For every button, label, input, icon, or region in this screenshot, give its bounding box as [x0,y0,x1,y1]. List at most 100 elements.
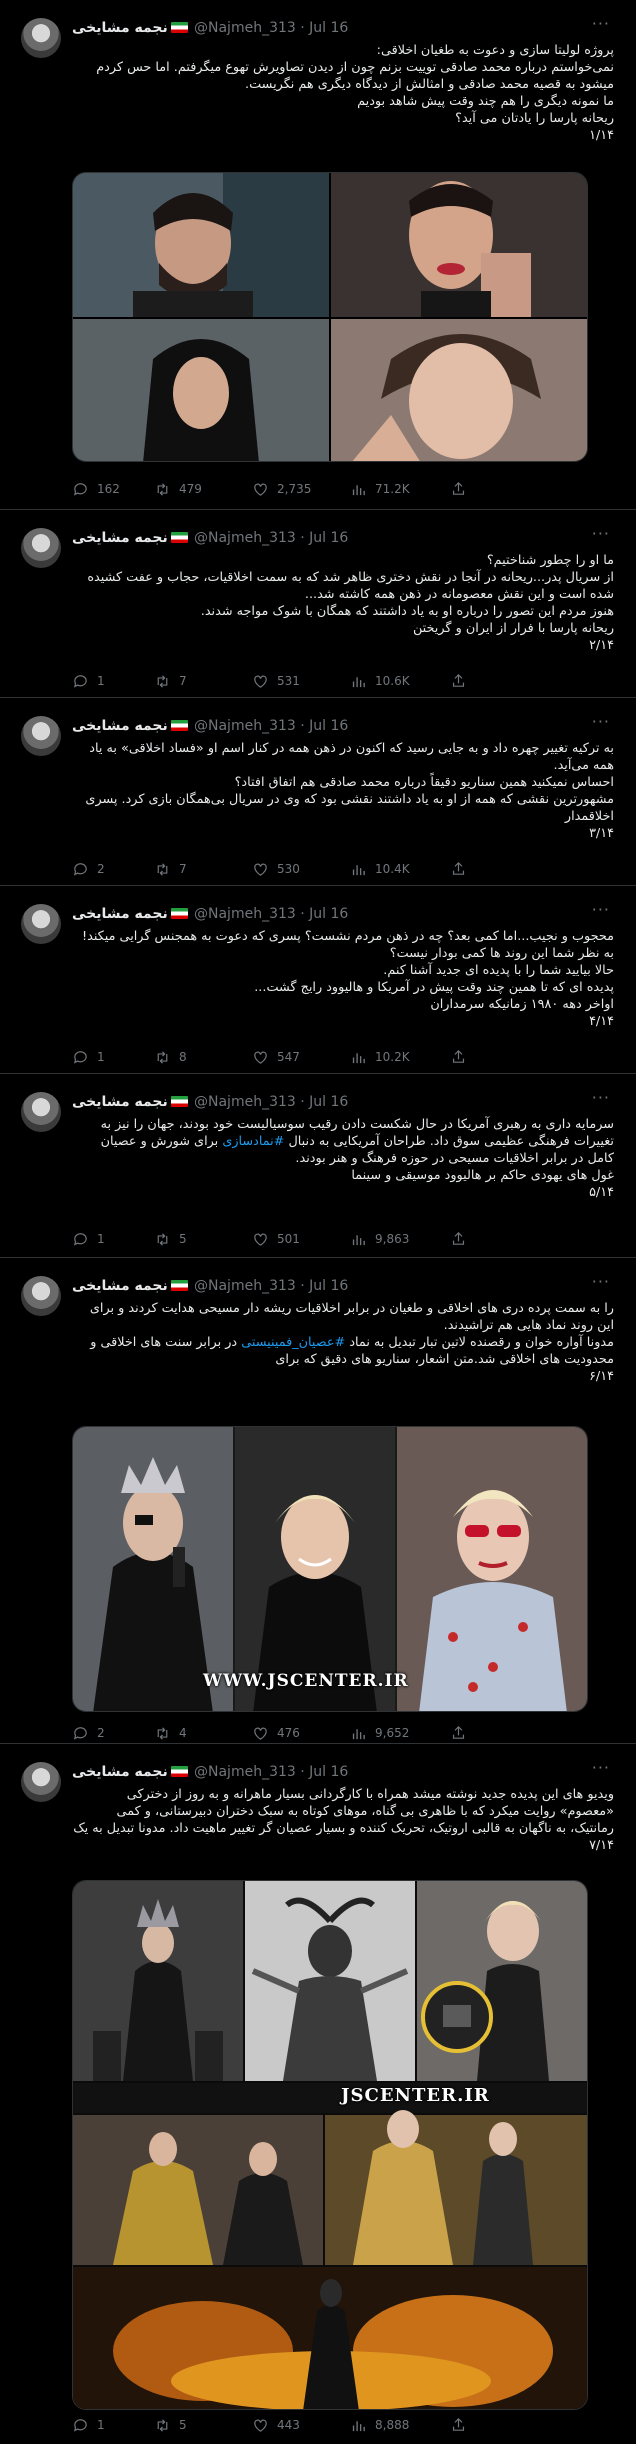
like-button[interactable]: 501 [252,1230,300,1248]
share-icon [452,2417,465,2431]
handle-and-date[interactable]: @Najmeh_313 · Jul 16 [194,528,348,548]
handle-and-date[interactable]: @Najmeh_313 · Jul 16 [194,904,348,924]
display-name[interactable]: نجمه مشایخی [72,18,188,38]
more-icon[interactable]: ··· [592,1272,610,1292]
share-icon [452,1231,465,1245]
reply-button[interactable]: 2 [72,860,105,878]
like-button[interactable]: 547 [252,1048,300,1066]
display-name[interactable]: نجمه مشایخی [72,1092,188,1112]
hashtag-link[interactable]: #نمادسازی [222,1134,284,1149]
share-button[interactable] [450,1230,467,1247]
views-button[interactable]: 8,888 [350,2416,409,2434]
retweet-icon [157,1726,168,1740]
tweet-media-collage[interactable]: WWW.JSCENTER.IR [72,1426,588,1712]
reply-button[interactable]: 162 [72,480,120,498]
display-name[interactable]: نجمه مشایخی [72,528,188,548]
media-image-1[interactable] [73,173,329,317]
retweet-icon [157,2418,168,2432]
avatar[interactable] [21,1762,61,1802]
share-icon [452,861,465,875]
tweet-header: نجمه مشایخی @Najmeh_313 · Jul 16 ··· [72,524,620,550]
share-button[interactable] [450,480,467,497]
tweet-7[interactable]: نجمه مشایخی @Najmeh_313 · Jul 16 ··· وید… [0,1744,636,2444]
more-icon[interactable]: ··· [592,900,610,920]
reply-icon [73,482,87,496]
media-image-2[interactable] [331,173,587,317]
handle-and-date[interactable]: @Najmeh_313 · Jul 16 [194,18,348,38]
handle-and-date[interactable]: @Najmeh_313 · Jul 16 [194,1276,348,1296]
woman-closeup-illustration [331,319,587,461]
retweet-button[interactable]: 5 [154,2416,187,2434]
avatar[interactable] [21,1276,61,1316]
tweet-media-grid[interactable] [72,172,588,462]
tweet-header: نجمه مشایخی @Najmeh_313 · Jul 16 ··· [72,712,620,738]
like-button[interactable]: 530 [252,860,300,878]
retweet-button[interactable]: 5 [154,1230,187,1248]
tweet-5[interactable]: نجمه مشایخی @Najmeh_313 · Jul 16 ··· سرم… [0,1074,636,1258]
views-button[interactable]: 71.2K [350,480,410,498]
media-image-3[interactable] [73,319,329,461]
like-icon [254,2419,267,2432]
iran-flag-icon [170,1096,188,1107]
share-button[interactable] [450,1048,467,1065]
reply-button[interactable]: 1 [72,1230,105,1248]
tweet-actions: 1 5 501 9,863 [72,1230,572,1248]
retweet-button[interactable]: 8 [154,1048,187,1066]
share-button[interactable] [450,2416,467,2433]
retweet-button[interactable]: 4 [154,1724,187,1742]
more-icon[interactable]: ··· [592,524,610,544]
retweet-icon [157,1050,168,1064]
views-button[interactable]: 10.2K [350,1048,410,1066]
like-button[interactable]: 443 [252,2416,300,2434]
avatar[interactable] [21,1092,61,1132]
retweet-button[interactable]: 479 [154,480,202,498]
share-button[interactable] [450,672,467,689]
avatar[interactable] [21,18,61,58]
avatar[interactable] [21,904,61,944]
tweet-1[interactable]: نجمه مشایخی @Najmeh_313 · Jul 16 ··· پرو… [0,0,636,510]
retweet-button[interactable]: 7 [154,860,187,878]
display-name[interactable]: نجمه مشایخی [72,716,188,736]
tweet-actions: 2 4 476 9,652 [72,1724,572,1742]
share-button[interactable] [450,860,467,877]
avatar[interactable] [21,528,61,568]
reply-button[interactable]: 1 [72,672,105,690]
media-image-4[interactable] [331,319,587,461]
reply-button[interactable]: 1 [72,1048,105,1066]
like-button[interactable]: 476 [252,1724,300,1742]
display-name[interactable]: نجمه مشایخی [72,904,188,924]
views-button[interactable]: 9,652 [350,1724,409,1742]
views-button[interactable]: 10.4K [350,860,410,878]
avatar[interactable] [21,716,61,756]
handle-and-date[interactable]: @Najmeh_313 · Jul 16 [194,1092,348,1112]
more-icon[interactable]: ··· [592,1758,610,1778]
more-icon[interactable]: ··· [592,712,610,732]
handle-and-date[interactable]: @Najmeh_313 · Jul 16 [194,716,348,736]
tweet-4[interactable]: نجمه مشایخی @Najmeh_313 · Jul 16 ··· محج… [0,886,636,1074]
tweet-header: نجمه مشایخی @Najmeh_313 · Jul 16 ··· [72,1088,620,1114]
tweet-media-collage[interactable]: JSCENTER.IR [72,1880,588,2410]
like-button[interactable]: 531 [252,672,300,690]
share-button[interactable] [450,1724,467,1741]
retweet-icon [157,1232,168,1246]
display-name[interactable]: نجمه مشایخی [72,1762,188,1782]
views-button[interactable]: 9,863 [350,1230,409,1248]
hashtag-link[interactable]: #عصیان_فمینیستی [241,1335,345,1350]
tweet-6[interactable]: نجمه مشایخی @Najmeh_313 · Jul 16 ··· را … [0,1258,636,1744]
tweet-2[interactable]: نجمه مشایخی @Najmeh_313 · Jul 16 ··· ما … [0,510,636,698]
more-icon[interactable]: ··· [592,14,610,34]
retweet-button[interactable]: 7 [154,672,187,690]
views-button[interactable]: 10.6K [350,672,410,690]
views-icon [352,484,365,495]
like-button[interactable]: 2,735 [252,480,311,498]
tweet-header: نجمه مشایخی @Najmeh_313 · Jul 16 ··· [72,1758,620,1784]
reply-button[interactable]: 1 [72,2416,105,2434]
display-name[interactable]: نجمه مشایخی [72,1276,188,1296]
tweet-3[interactable]: نجمه مشایخی @Najmeh_313 · Jul 16 ··· به … [0,698,636,886]
handle-and-date[interactable]: @Najmeh_313 · Jul 16 [194,1762,348,1782]
more-icon[interactable]: ··· [592,1088,610,1108]
retweet-icon [157,674,168,688]
tweet-text: محجوب و نجیب...اما کمی بعد؟ چه در ذهن مر… [81,929,614,1029]
tweet-header: نجمه مشایخی @Najmeh_313 · Jul 16 ··· [72,14,620,40]
reply-button[interactable]: 2 [72,1724,105,1742]
